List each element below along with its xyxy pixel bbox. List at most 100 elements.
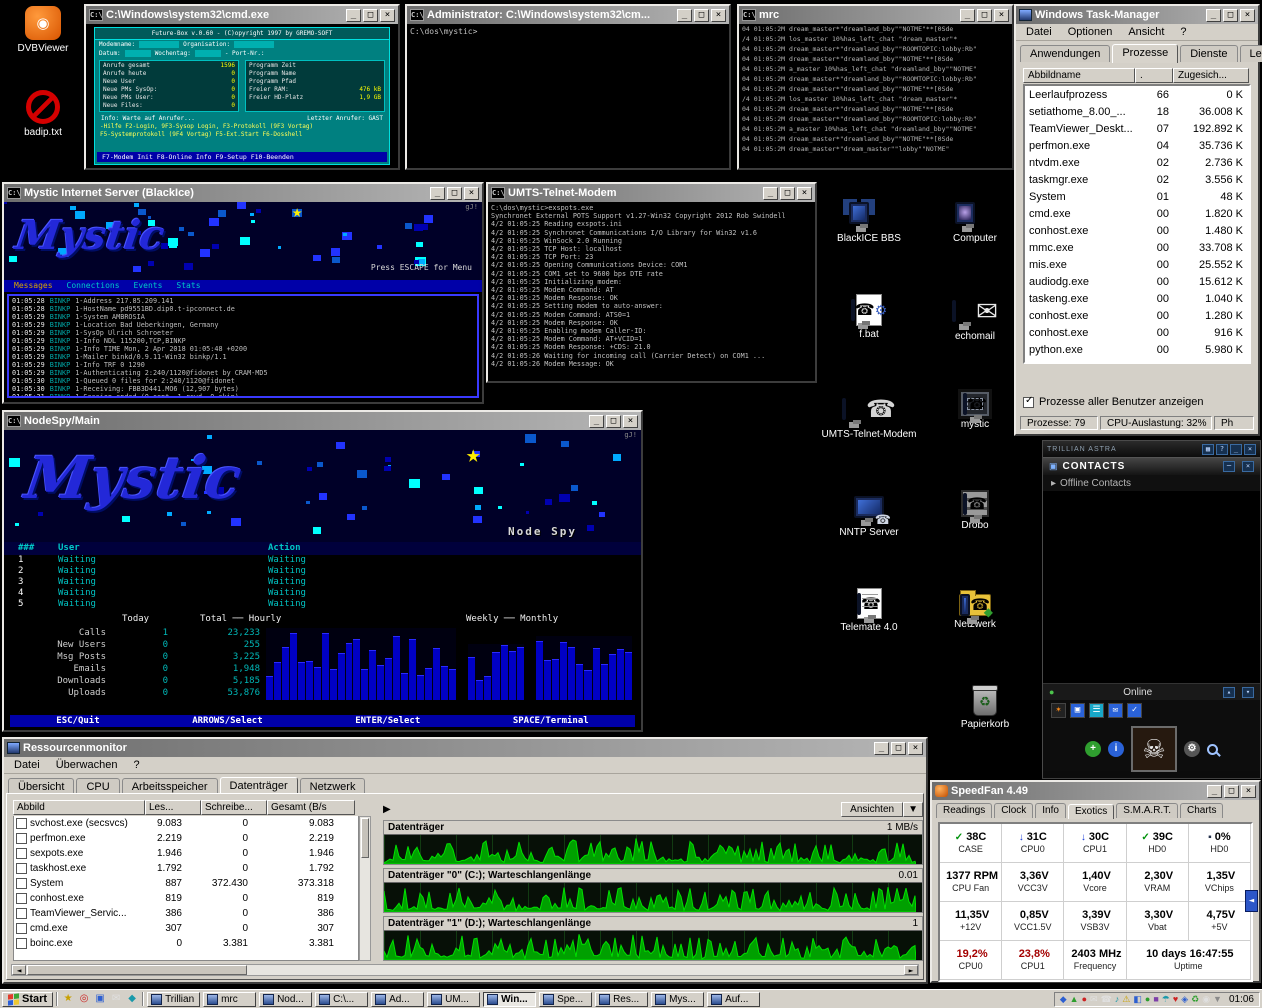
disk-row[interactable]: cmd.exe 307 0 307 — [14, 921, 358, 936]
minimize-button[interactable]: _ — [874, 742, 889, 755]
vertical-scrollbar[interactable] — [359, 816, 371, 961]
process-row[interactable]: setiathome_8.00_... 18 36.008 K — [1025, 103, 1249, 120]
close-panel-icon[interactable]: × — [1242, 461, 1254, 472]
process-row[interactable]: mis.exe 00 25.552 K — [1025, 256, 1249, 273]
contacts-header[interactable]: ▣ CONTACTS ─ × — [1043, 457, 1260, 475]
mrc-window[interactable]: C:\ mrc _□× 04 01:05:2M dream_master*"dr… — [737, 4, 1014, 170]
contact-group[interactable]: ▸ Offline Contacts — [1043, 475, 1260, 491]
tray-icon[interactable]: ♻ — [1191, 993, 1199, 1006]
mystic-tab[interactable]: Events — [134, 280, 163, 292]
minimize-button[interactable]: _ — [346, 9, 361, 22]
scroll-thumb[interactable] — [27, 965, 247, 975]
tab[interactable]: Prozesse — [1112, 44, 1178, 63]
scroll-down-icon[interactable]: ▾ — [1242, 687, 1254, 698]
desktop-icon[interactable]: ☎ Netzwerk — [922, 588, 1028, 686]
tray-icon[interactable]: ⚠ — [1122, 993, 1130, 1006]
nodespy-window[interactable]: C:\ NodeSpy/Main _□× Mystic ★ gJ! Node S… — [2, 410, 643, 732]
horizontal-scrollbar[interactable]: ◄► — [11, 964, 919, 976]
checkbox[interactable] — [16, 818, 27, 829]
close-button[interactable]: × — [1241, 785, 1256, 798]
search-icon[interactable] — [1207, 744, 1218, 755]
disk-row[interactable]: TeamViewer_Servic... 386 0 386 — [14, 906, 358, 921]
collapse-icon[interactable]: ─ — [1223, 461, 1235, 472]
process-row[interactable]: python.exe 00 5.980 K — [1025, 341, 1249, 358]
process-row[interactable]: mmc.exe 00 33.708 K — [1025, 239, 1249, 256]
close-button[interactable]: × — [1244, 444, 1256, 455]
layout-icon[interactable]: ▦ — [1202, 444, 1214, 455]
menu-item[interactable]: ? — [125, 758, 147, 772]
checkbox[interactable] — [16, 833, 27, 844]
taskbar-button[interactable]: UM... — [427, 992, 480, 1007]
minimize-button[interactable]: _ — [1230, 444, 1242, 455]
tab[interactable]: Dienste — [1180, 45, 1237, 62]
maximize-button[interactable]: □ — [1224, 785, 1239, 798]
umts-modem-window[interactable]: C:\ UMTS-Telnet-Modem _□× C:\dos\mystic>… — [486, 182, 817, 383]
column-header[interactable]: Abbild — [13, 800, 145, 815]
im-network-icon[interactable]: ▣ — [1070, 703, 1085, 718]
taskbar-button[interactable]: C:\... — [315, 992, 368, 1007]
tray-icon[interactable]: ◉ — [1202, 993, 1210, 1006]
taskbar-button[interactable]: Nod... — [259, 992, 312, 1007]
tab[interactable]: Anwendungen — [1020, 45, 1110, 62]
tab[interactable]: Readings — [936, 803, 992, 818]
taskbar-button[interactable]: Ad... — [371, 992, 424, 1007]
node-row[interactable]: 2 Waiting Waiting — [4, 566, 641, 577]
tab[interactable]: Info — [1035, 803, 1066, 818]
process-row[interactable]: conhost.exe 00 1.480 K — [1025, 222, 1249, 239]
tray-icon[interactable]: ✉ — [1090, 993, 1098, 1006]
checkbox[interactable] — [1023, 397, 1034, 408]
maximize-button[interactable]: □ — [891, 742, 906, 755]
taskbar-button[interactable]: Res... — [595, 992, 648, 1007]
quick-launch-icon[interactable]: ★ — [61, 992, 75, 1006]
mystic-tab[interactable]: Stats — [176, 280, 200, 292]
desktop-icon[interactable]: DVBViewer — [4, 6, 82, 90]
close-button[interactable]: × — [623, 415, 638, 428]
maximize-button[interactable]: □ — [447, 187, 462, 200]
taskbar-button[interactable]: Mys... — [651, 992, 704, 1007]
menu-item[interactable]: ? — [1172, 25, 1194, 39]
info-button[interactable]: i — [1108, 741, 1124, 757]
checkbox[interactable] — [16, 908, 27, 919]
menu-item[interactable]: Datei — [1018, 25, 1060, 39]
minimize-button[interactable]: _ — [1206, 9, 1221, 22]
disk-row[interactable]: boinc.exe 0 3.381 3.381 — [14, 936, 358, 951]
tray-icon[interactable]: ▲ — [1070, 993, 1079, 1006]
tab[interactable]: S.M.A.R.T. — [1116, 803, 1178, 818]
im-network-icon[interactable]: ☰ — [1089, 703, 1104, 718]
tab[interactable]: Charts — [1180, 803, 1223, 818]
desktop-icon[interactable]: ☎ UMTS-Telnet-Modem — [816, 392, 922, 490]
quick-launch-icon[interactable]: ▣ — [93, 992, 107, 1006]
tray-icon[interactable]: ▼ — [1213, 993, 1222, 1006]
taskbar-button[interactable]: Win... — [483, 992, 536, 1007]
process-row[interactable]: Leerlaufprozess 66 0 K — [1025, 86, 1249, 103]
close-button[interactable]: × — [994, 9, 1009, 22]
checkbox[interactable] — [16, 923, 27, 934]
minimize-button[interactable]: _ — [763, 187, 778, 200]
disk-row[interactable]: sexpots.exe 1.946 0 1.946 — [14, 846, 358, 861]
titlebar[interactable]: C:\ Administrator: C:\Windows\system32\c… — [407, 6, 729, 24]
titlebar[interactable]: Ressourcenmonitor _□× — [4, 739, 926, 757]
column-header[interactable]: Abbildname — [1023, 68, 1135, 83]
column-header[interactable]: Schreibe... — [201, 800, 267, 815]
close-button[interactable]: × — [464, 187, 479, 200]
maximize-button[interactable]: □ — [606, 415, 621, 428]
tab[interactable]: Leistung — [1240, 45, 1262, 62]
desktop-icon[interactable]: ☎ Drobo — [922, 490, 1028, 588]
trillian-titlebar[interactable]: TRILLIAN ASTRA ▦ ? _ × — [1043, 441, 1260, 457]
scroll-up-icon[interactable]: ▴ — [1223, 687, 1235, 698]
tray-icon[interactable]: ■ — [1153, 993, 1158, 1006]
cmd-futurebox-window[interactable]: C:\ C:\Windows\system32\cmd.exe _□× Futu… — [84, 4, 400, 170]
desktop-icon[interactable]: ☎ Telemate 4.0 — [816, 588, 922, 686]
process-row[interactable]: conhost.exe 00 1.280 K — [1025, 307, 1249, 324]
tab[interactable]: Clock — [994, 803, 1033, 818]
taskbar-button[interactable]: mrc — [203, 992, 256, 1007]
close-button[interactable]: × — [380, 9, 395, 22]
resource-monitor-window[interactable]: Ressourcenmonitor _□× DateiÜberwachen? Ü… — [2, 737, 928, 984]
checkbox[interactable] — [16, 863, 27, 874]
quick-launch-icon[interactable]: ◆ — [125, 992, 139, 1006]
close-button[interactable]: × — [797, 187, 812, 200]
tray-icon[interactable]: ◈ — [1181, 993, 1188, 1006]
help-icon[interactable]: ? — [1216, 444, 1228, 455]
maximize-button[interactable]: □ — [780, 187, 795, 200]
node-row[interactable]: 1 Waiting Waiting — [4, 555, 641, 566]
